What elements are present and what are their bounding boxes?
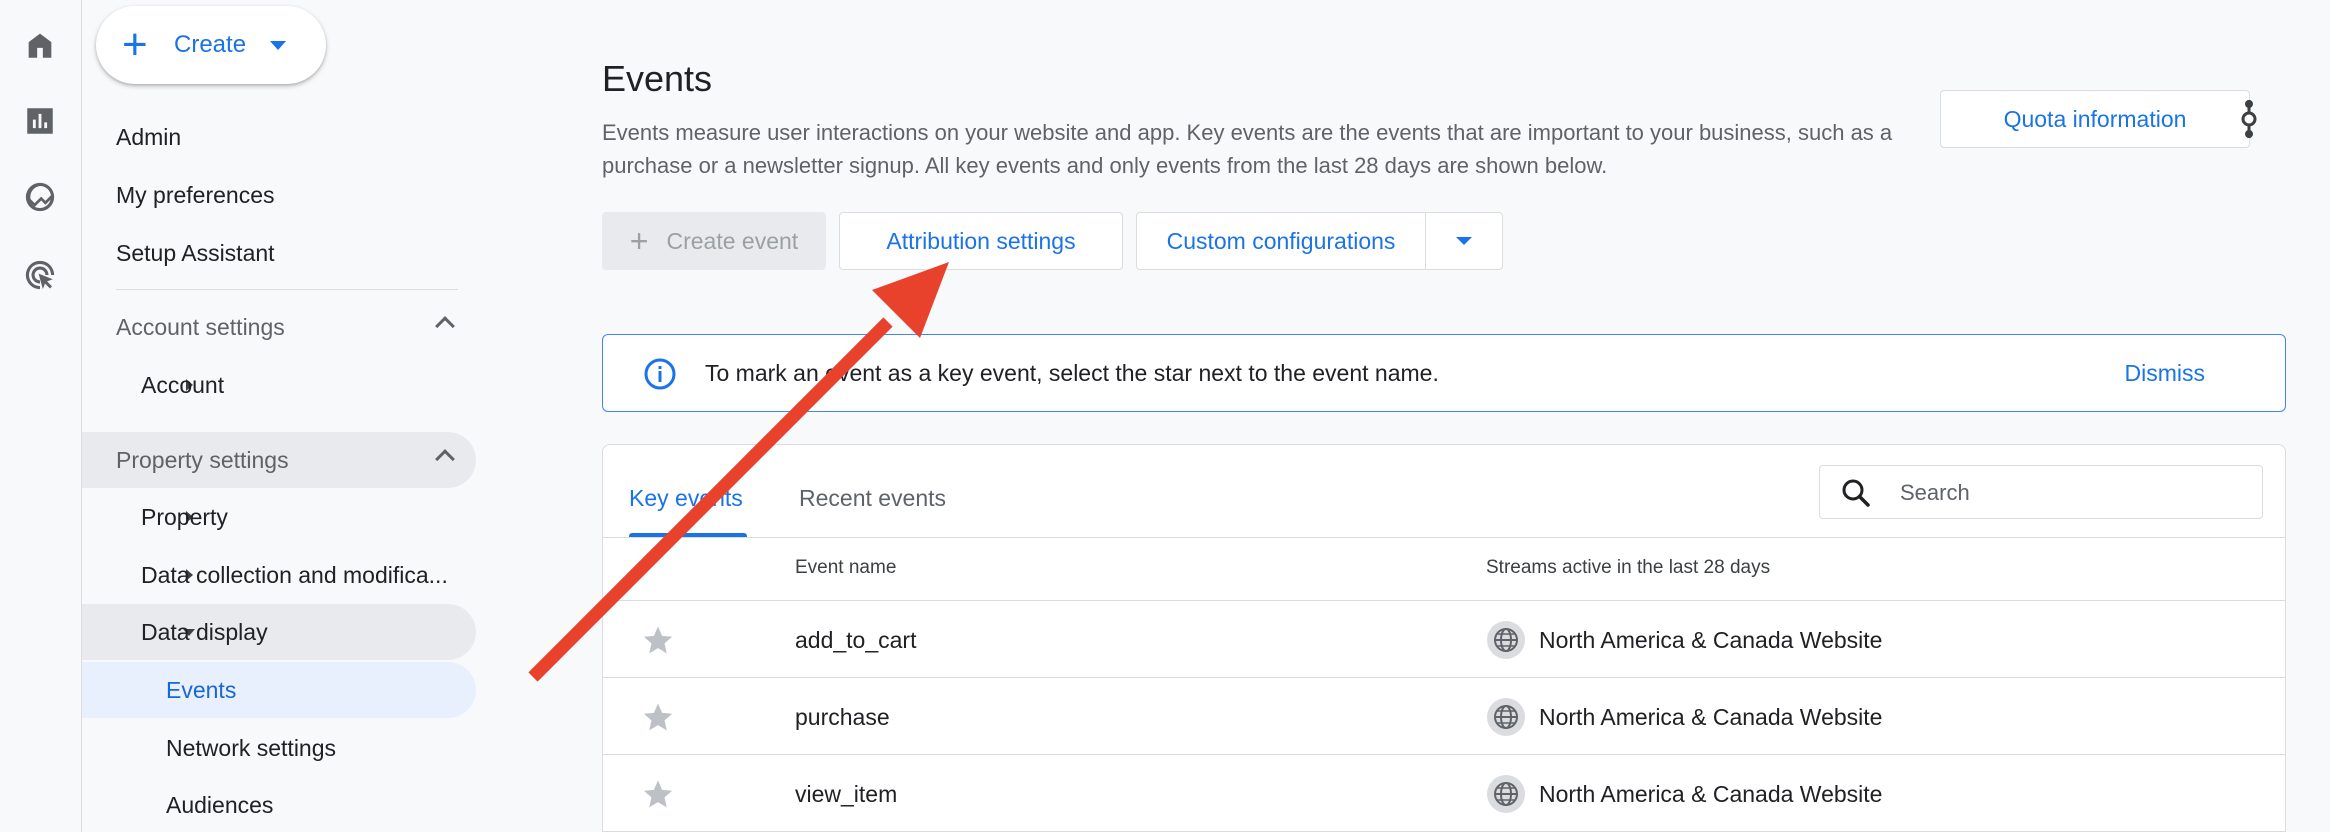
nav-property-label: Property (141, 503, 228, 530)
nav-data-display[interactable]: Data display (82, 604, 476, 660)
globe-icon (1487, 621, 1525, 659)
create-label: Create (174, 31, 247, 58)
events-card: Key events Recent events Event name Stre… (602, 444, 2286, 832)
globe-icon (1487, 698, 1525, 736)
chevron-down-icon (1456, 237, 1472, 245)
nav-events-label: Events (166, 676, 237, 703)
nav-network-settings[interactable]: Network settings (82, 720, 476, 776)
table-row: purchase North America & Canada Website (603, 678, 2285, 755)
plus-icon: + (629, 222, 649, 259)
star-icon[interactable] (641, 777, 675, 811)
globe-icon (1487, 775, 1525, 813)
nav-events[interactable]: Events (82, 662, 476, 718)
custom-configurations-button[interactable]: Custom configurations (1136, 212, 1426, 270)
create-button[interactable]: + Create (96, 6, 326, 84)
info-banner: To mark an event as a key event, select … (602, 334, 2286, 412)
tab-key-events[interactable]: Key events (629, 485, 743, 512)
chevron-down-icon (270, 40, 287, 50)
property-settings-section[interactable]: Property settings (82, 432, 476, 488)
page-title: Events (602, 58, 713, 99)
explore-icon[interactable] (21, 178, 59, 216)
advertising-icon[interactable] (21, 256, 59, 294)
chevron-up-icon (435, 316, 455, 336)
nav-account-label: Account (141, 371, 225, 398)
chevron-up-icon (435, 449, 455, 469)
create-event-label: Create event (666, 227, 799, 254)
nav-network-settings-label: Network settings (166, 734, 337, 761)
search-icon (1842, 479, 1870, 507)
search-input[interactable] (1900, 478, 2240, 508)
nav-admin[interactable]: Admin (116, 124, 181, 151)
info-banner-text: To mark an event as a key event, select … (705, 359, 1439, 386)
plus-icon: + (122, 20, 148, 69)
home-icon[interactable] (21, 26, 59, 64)
nav-data-display-label: Data display (141, 618, 268, 645)
stream-name: North America & Canada Website (1539, 781, 1883, 807)
dismiss-button[interactable]: Dismiss (2125, 360, 2206, 387)
nav-data-collection[interactable]: Data collection and modifica... (82, 547, 476, 603)
column-header-streams[interactable]: Streams active in the last 28 days (1486, 557, 1770, 579)
reports-icon[interactable] (21, 102, 59, 140)
column-header-event-name[interactable]: Event name (795, 557, 896, 579)
search-box[interactable] (1819, 465, 2263, 519)
nav-data-collection-label: Data collection and modifica... (141, 561, 448, 588)
icon-rail (0, 0, 82, 832)
nav-divider (116, 289, 458, 290)
star-icon[interactable] (641, 700, 675, 734)
event-name[interactable]: add_to_cart (795, 627, 916, 654)
attribution-settings-button[interactable]: Attribution settings (839, 212, 1123, 270)
create-event-button[interactable]: + Create event (602, 212, 826, 270)
nav-setup-assistant[interactable]: Setup Assistant (116, 240, 275, 267)
quota-information-button[interactable]: Quota information (1940, 90, 2250, 148)
property-settings-label: Property settings (116, 446, 289, 473)
nav-account[interactable]: Account (82, 357, 476, 413)
account-settings-section[interactable]: Account settings (82, 299, 476, 355)
tabs-divider (603, 537, 2285, 538)
nav-my-preferences[interactable]: My preferences (116, 182, 275, 209)
custom-configurations-dropdown[interactable] (1425, 212, 1503, 270)
star-icon[interactable] (641, 623, 675, 657)
stream-name: North America & Canada Website (1539, 627, 1883, 653)
nav-property[interactable]: Property (82, 489, 476, 545)
table-row: add_to_cart North America & Canada Websi… (603, 601, 2285, 678)
nav-audiences-label: Audiences (166, 791, 274, 818)
event-name[interactable]: purchase (795, 704, 890, 731)
more-options-icon[interactable] (2232, 96, 2266, 142)
info-icon (644, 358, 676, 390)
stream-name: North America & Canada Website (1539, 704, 1883, 730)
nav-audiences[interactable]: Audiences (82, 777, 476, 832)
account-settings-label: Account settings (116, 313, 285, 340)
event-name[interactable]: view_item (795, 781, 897, 808)
table-row: view_item North America & Canada Website (603, 755, 2285, 832)
tab-recent-events[interactable]: Recent events (799, 485, 946, 512)
page-description: Events measure user interactions on your… (602, 120, 1893, 178)
